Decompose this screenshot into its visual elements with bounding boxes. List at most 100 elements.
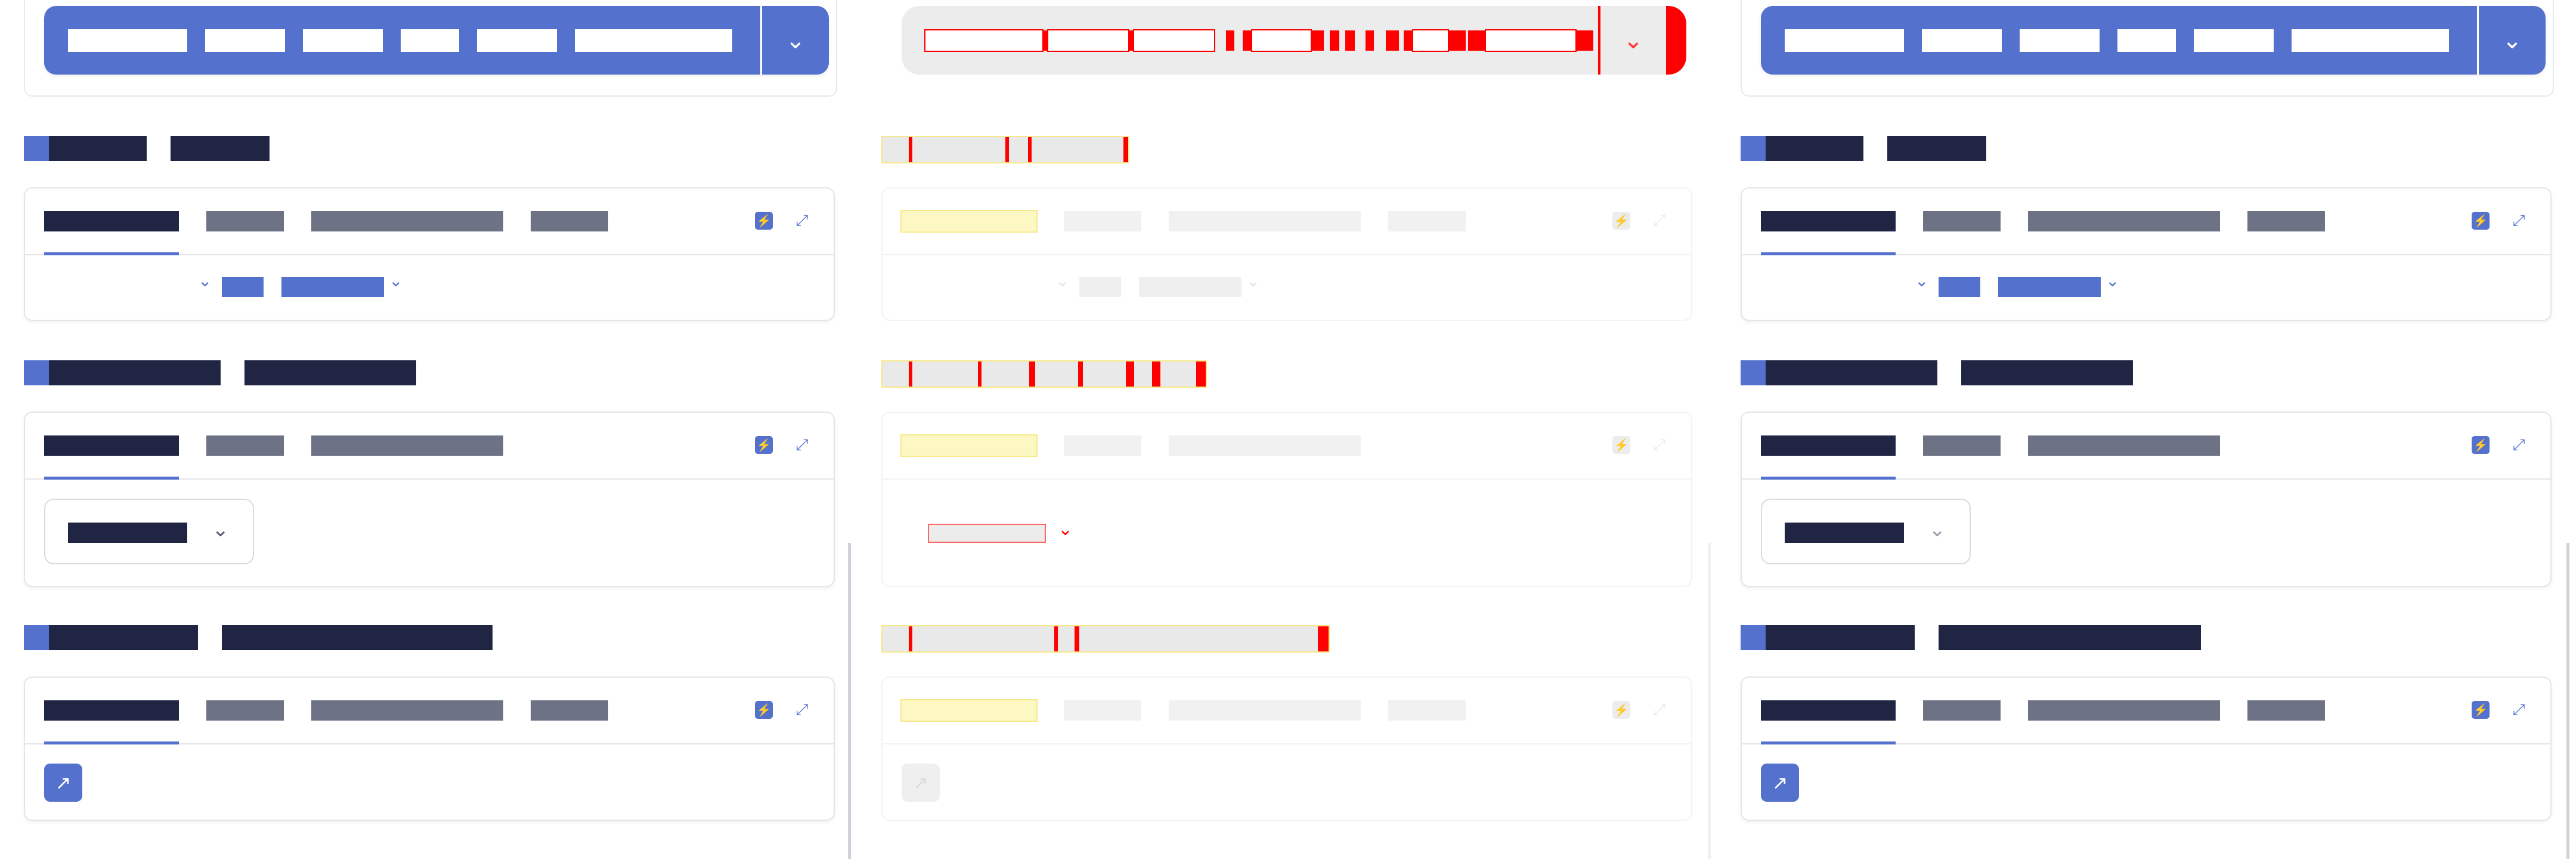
bolt-icon[interactable]: ⚡ — [755, 701, 773, 719]
bolt-icon[interactable]: ⚡ — [755, 212, 773, 230]
heading-word — [1058, 626, 1075, 651]
example-card: ⚡ ⤢ ⌄ — [1741, 412, 2552, 587]
tab-source[interactable] — [2028, 211, 2220, 231]
debug-marker — [1404, 30, 1412, 51]
expand-icon[interactable]: ⤢ — [1651, 700, 1668, 719]
expand-icon[interactable]: ⤢ — [2510, 211, 2528, 230]
tab-preview[interactable] — [44, 211, 179, 231]
split-button-label-word — [2292, 29, 2449, 52]
bolt-icon[interactable]: ⚡ — [2472, 212, 2490, 230]
inline-link[interactable] — [1939, 277, 1980, 297]
tab-preview[interactable] — [1761, 700, 1896, 721]
tab-props[interactable] — [2247, 700, 2325, 721]
inline-link[interactable] — [281, 277, 384, 297]
heading-word — [982, 361, 1029, 387]
inline-link[interactable] — [1998, 277, 2101, 297]
expand-icon[interactable]: ⤢ — [793, 211, 811, 230]
split-button-caret[interactable]: ⌄ — [2477, 6, 2546, 75]
expand-icon[interactable]: ⤢ — [793, 700, 811, 719]
heading-marker — [883, 626, 909, 651]
tab-props[interactable] — [1388, 211, 1466, 231]
inline-link[interactable] — [1139, 277, 1241, 297]
tab-preview[interactable] — [44, 700, 179, 721]
tab-source[interactable] — [311, 211, 503, 231]
chevron-down-icon: ⌄ — [1246, 271, 1261, 290]
expand-icon[interactable]: ⤢ — [1651, 211, 1668, 230]
tab-source[interactable] — [2028, 435, 2220, 456]
split-button-caret[interactable]: ⌄ — [760, 6, 829, 75]
expand-icon[interactable]: ⤢ — [1651, 435, 1668, 454]
bolt-icon[interactable]: ⚡ — [1612, 436, 1630, 454]
tab-props[interactable] — [2247, 211, 2325, 231]
section-heading — [881, 625, 1330, 653]
tab-source[interactable] — [2028, 700, 2220, 721]
scrollbar-left[interactable] — [848, 543, 851, 859]
example-card: ⚡ ⤢ ⌄ ⌄ — [881, 187, 1692, 321]
tab-props[interactable] — [531, 700, 608, 721]
bolt-icon[interactable]: ⚡ — [2472, 436, 2490, 454]
dropdown-select[interactable]: ⌄ — [44, 499, 254, 564]
chevron-down-icon: ⌄ — [2502, 27, 2522, 54]
dropdown-value[interactable] — [928, 524, 1046, 543]
tab-code[interactable] — [1064, 700, 1141, 721]
debug-marker — [1366, 30, 1374, 51]
heading-marker — [24, 136, 49, 161]
split-button-main[interactable] — [902, 6, 1598, 75]
tab-code[interactable] — [206, 211, 284, 231]
heading-word — [1160, 361, 1196, 387]
split-button-caret[interactable]: ⌄ — [1598, 6, 1666, 75]
tab-preview[interactable] — [44, 435, 179, 456]
heading-marker — [883, 361, 909, 387]
expand-icon[interactable]: ⤢ — [2510, 435, 2528, 454]
tab-props[interactable] — [531, 211, 608, 231]
tab-code[interactable] — [206, 435, 284, 456]
inline-link[interactable] — [1079, 277, 1121, 297]
scrollbar-right[interactable] — [2566, 543, 2569, 859]
heading-word — [49, 136, 147, 161]
tab-code[interactable] — [1064, 435, 1141, 456]
open-link-button[interactable]: ↗ — [1761, 764, 1799, 802]
scrollbar-middle[interactable] — [1708, 543, 1711, 859]
debug-marker — [1345, 30, 1355, 51]
tab-bar: ⚡ ⤢ — [1742, 678, 2550, 744]
tab-code[interactable] — [206, 700, 284, 721]
bolt-icon[interactable]: ⚡ — [2472, 701, 2490, 719]
open-link-button[interactable]: ↗ — [44, 764, 82, 802]
tab-source[interactable] — [311, 700, 503, 721]
expand-icon[interactable]: ⤢ — [793, 435, 811, 454]
split-button[interactable]: ⌄ — [44, 6, 829, 75]
open-link-button[interactable]: ↗ — [902, 764, 940, 802]
tab-props[interactable] — [1388, 700, 1466, 721]
tab-source[interactable] — [1169, 700, 1361, 721]
split-button[interactable]: ⌄ — [902, 6, 1686, 75]
bolt-icon[interactable]: ⚡ — [1612, 701, 1630, 719]
tab-code[interactable] — [1923, 211, 2001, 231]
chevron-down-icon: ⌄ — [2106, 271, 2120, 290]
debug-marker — [1386, 30, 1399, 51]
tab-preview[interactable] — [900, 434, 1038, 457]
tab-source[interactable] — [1169, 211, 1361, 231]
chevron-down-icon: ⌄ — [389, 271, 403, 290]
expand-icon[interactable]: ⤢ — [2510, 700, 2528, 719]
tab-preview[interactable] — [900, 699, 1038, 722]
tab-preview[interactable] — [1761, 435, 1896, 456]
tab-code[interactable] — [1923, 700, 2001, 721]
bolt-icon[interactable]: ⚡ — [755, 436, 773, 454]
card-body: ⌄ ⌄ — [25, 255, 834, 320]
split-button-main[interactable] — [1761, 6, 2477, 75]
tab-preview[interactable] — [900, 210, 1038, 233]
section-heading — [1741, 136, 1986, 161]
dropdown-select[interactable]: ⌄ — [1761, 499, 1971, 564]
tab-code[interactable] — [1923, 435, 2001, 456]
tab-source[interactable] — [1169, 435, 1361, 456]
split-button[interactable]: ⌄ — [1761, 6, 2546, 75]
tab-preview[interactable] — [1761, 211, 1896, 231]
heading-word — [1887, 136, 1986, 161]
tab-code[interactable] — [1064, 211, 1141, 231]
split-button-label-word — [2020, 29, 2100, 52]
inline-link[interactable] — [222, 277, 264, 297]
split-button-main[interactable] — [44, 6, 760, 75]
bolt-icon[interactable]: ⚡ — [1612, 212, 1630, 230]
tab-source[interactable] — [311, 435, 503, 456]
tab-bar: ⚡ ⤢ — [1742, 413, 2550, 480]
